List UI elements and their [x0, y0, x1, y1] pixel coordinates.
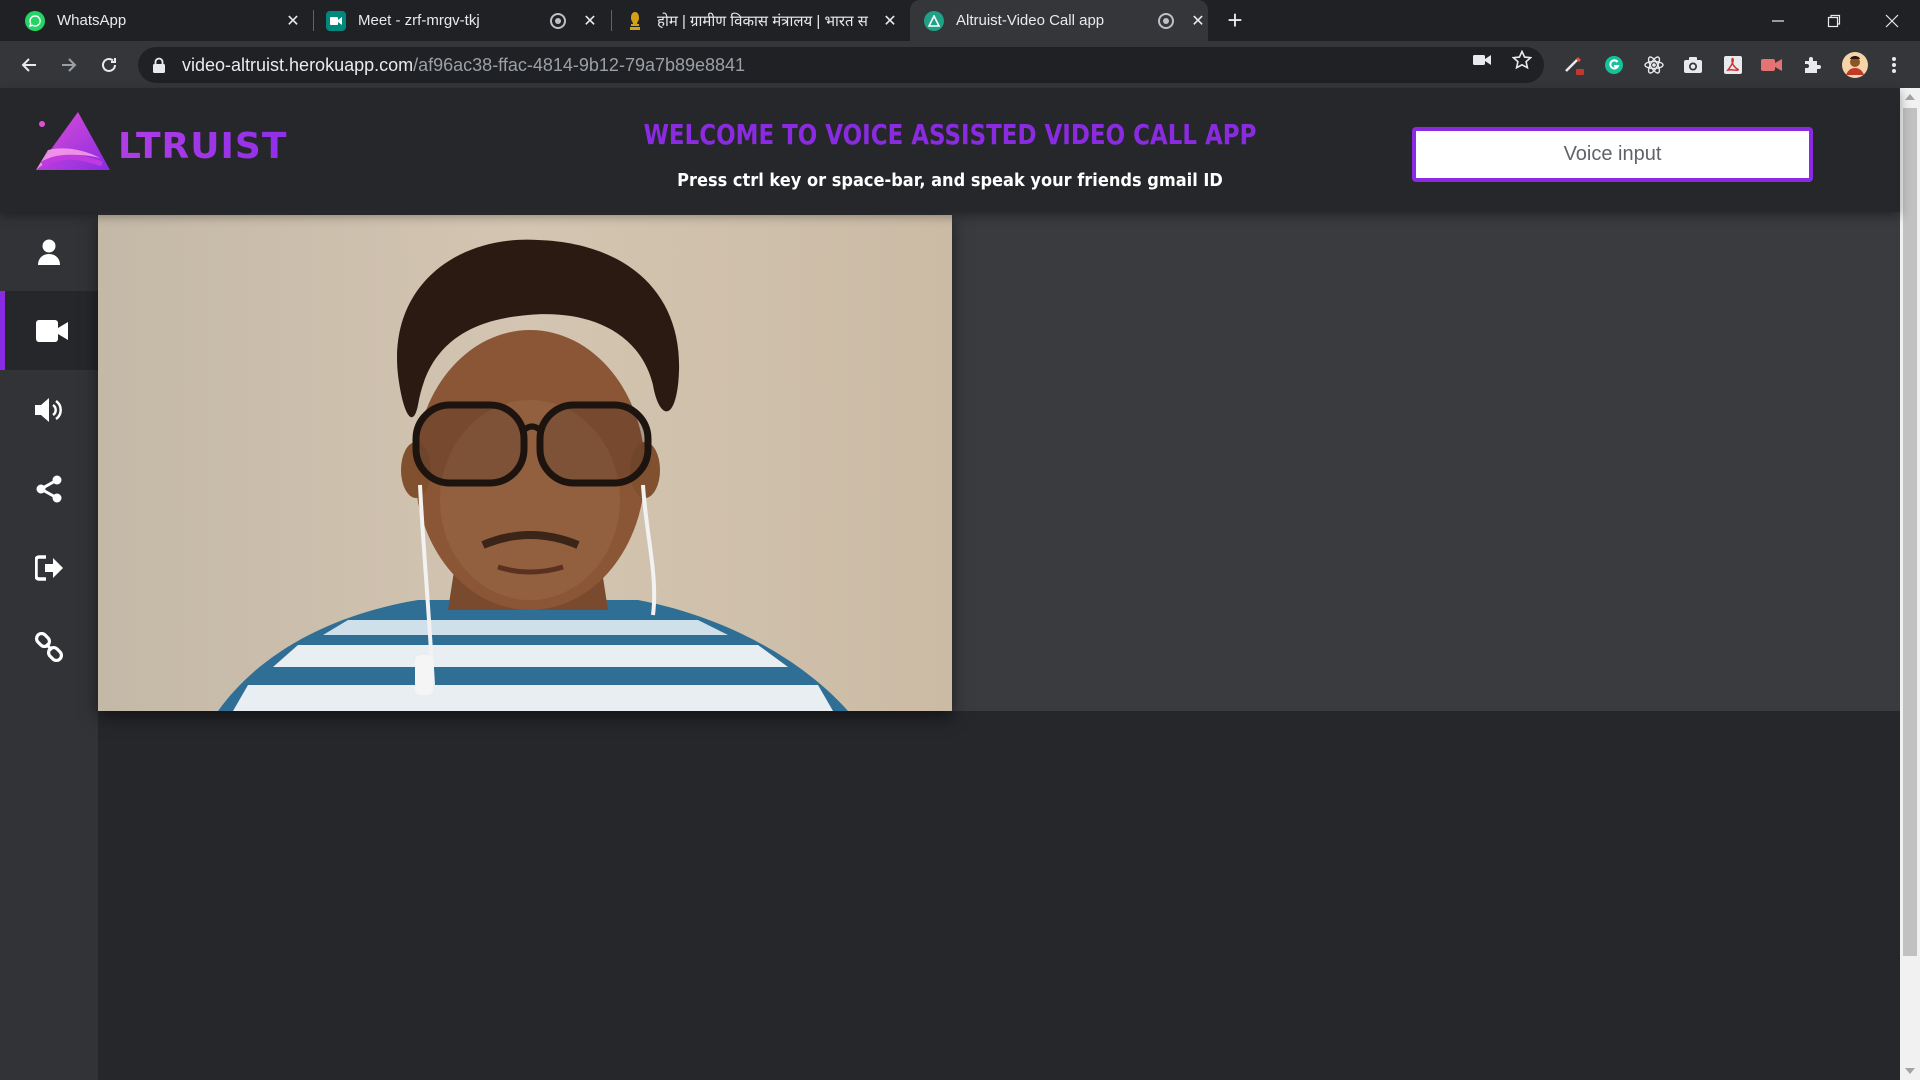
scroll-down-arrow-icon[interactable]: [1905, 1068, 1915, 1074]
tab-rural-development[interactable]: होम | ग्रामीण विकास मंत्रालय | भारत स ✕: [625, 0, 900, 41]
pen-extension-icon[interactable]: [1563, 54, 1585, 76]
back-button[interactable]: [15, 51, 43, 79]
altruist-logo: LTRUIST: [30, 110, 286, 180]
tab-whatsapp[interactable]: WhatsApp ✕: [25, 0, 303, 41]
page-scrollbar[interactable]: [1900, 88, 1920, 1080]
screenshot-camera-icon[interactable]: [1682, 54, 1704, 76]
app-page: LTRUIST WELCOME TO VOICE ASSISTED VIDEO …: [0, 88, 1900, 1080]
altruist-icon: [924, 10, 944, 31]
recording-indicator-icon: [550, 12, 566, 29]
app-header: LTRUIST WELCOME TO VOICE ASSISTED VIDEO …: [0, 88, 1900, 212]
react-devtools-icon[interactable]: [1643, 54, 1665, 76]
minimize-button[interactable]: [1750, 0, 1806, 41]
address-bar[interactable]: video-altruist.herokuapp.com/af96ac38-ff…: [138, 47, 1544, 83]
share-icon: [36, 475, 62, 502]
sidebar-item-leave[interactable]: [0, 528, 98, 607]
browser-menu-icon[interactable]: [1883, 54, 1905, 76]
local-video-feed: [98, 215, 952, 711]
sidebar-item-profile[interactable]: [0, 212, 98, 291]
sidebar: [0, 212, 98, 1080]
sidebar-item-share[interactable]: [0, 449, 98, 528]
recording-indicator-icon: [1158, 12, 1174, 29]
sidebar-item-link[interactable]: [0, 607, 98, 686]
tab-title: Altruist-Video Call app: [956, 12, 1105, 29]
profile-avatar[interactable]: [1841, 51, 1869, 79]
forward-button[interactable]: [55, 51, 83, 79]
browser-toolbar: video-altruist.herokuapp.com/af96ac38-ff…: [0, 41, 1920, 88]
user-icon: [38, 239, 60, 265]
voice-input-button[interactable]: Voice input: [1412, 127, 1813, 182]
screen-recorder-icon[interactable]: [1761, 54, 1783, 76]
scrollbar-thumb[interactable]: [1903, 108, 1917, 956]
volume-icon: [35, 397, 62, 422]
reload-button[interactable]: [95, 51, 123, 79]
sidebar-item-video[interactable]: [0, 291, 98, 370]
close-window-button[interactable]: [1864, 0, 1920, 41]
restore-button[interactable]: [1806, 0, 1862, 41]
camera-in-use-icon[interactable]: [1472, 50, 1492, 70]
new-tab-button[interactable]: +: [1222, 7, 1248, 34]
whatsapp-icon: [25, 10, 45, 31]
scroll-up-arrow-icon[interactable]: [1905, 94, 1915, 100]
tab-title: WhatsApp: [57, 12, 127, 29]
close-tab-icon[interactable]: ✕: [283, 11, 303, 31]
link-icon: [34, 631, 64, 662]
extensions-puzzle-icon[interactable]: [1801, 54, 1823, 76]
url-host: video-altruist.herokuapp.com: [182, 54, 414, 75]
bookmark-star-icon[interactable]: [1512, 50, 1532, 70]
close-tab-icon[interactable]: ✕: [880, 11, 900, 31]
video-camera-icon: [35, 319, 68, 342]
url-text: video-altruist.herokuapp.com/af96ac38-ff…: [182, 55, 745, 76]
emblem-icon: [625, 11, 645, 31]
instruction-text: Press ctrl key or space-bar, and speak y…: [677, 170, 1223, 191]
logo-mark-icon: [36, 112, 110, 170]
tab-title: होम | ग्रामीण विकास मंत्रालय | भारत स: [657, 12, 868, 30]
logo-text: LTRUIST: [118, 126, 288, 167]
pdf-extension-icon[interactable]: [1722, 54, 1744, 76]
url-path: /af96ac38-ffac-4814-9b12-79a7b89e8841: [413, 54, 746, 75]
tab-title: Meet - zrf-mrgv-tkj: [358, 12, 480, 29]
participant-video-image: [98, 215, 952, 711]
sign-out-icon: [35, 554, 63, 581]
close-tab-icon[interactable]: ✕: [580, 11, 600, 31]
sidebar-item-audio[interactable]: [0, 370, 98, 449]
welcome-heading: WELCOME TO VOICE ASSISTED VIDEO CALL APP: [643, 118, 1257, 151]
browser-tab-strip: WhatsApp ✕ Meet - zrf-mrgv-tkj ✕ होम | ग…: [0, 0, 1920, 41]
grammarly-icon[interactable]: [1603, 54, 1625, 76]
close-tab-icon[interactable]: ✕: [1188, 11, 1208, 31]
tab-altruist[interactable]: Altruist-Video Call app ✕: [910, 0, 1208, 41]
lock-icon: [152, 57, 166, 73]
tab-meet[interactable]: Meet - zrf-mrgv-tkj ✕: [326, 0, 600, 41]
google-meet-icon: [326, 10, 346, 31]
